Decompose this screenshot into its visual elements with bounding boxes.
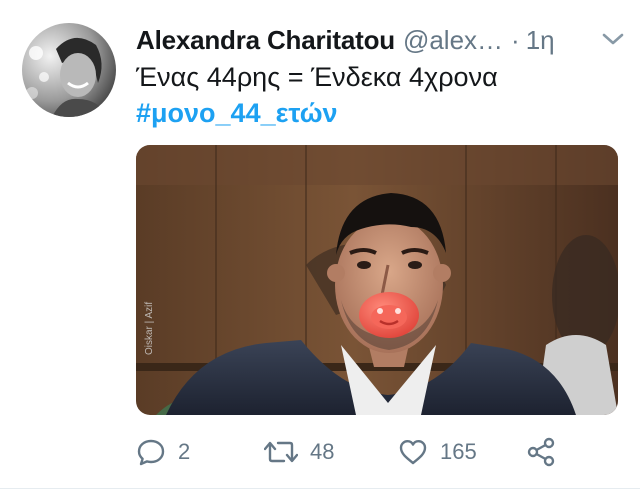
reply-icon bbox=[137, 439, 165, 466]
retweet-icon bbox=[264, 441, 298, 463]
chevron-down-icon[interactable] bbox=[600, 28, 626, 50]
user-handle[interactable]: @alex… bbox=[403, 25, 503, 56]
tweet-photo[interactable]: Oiskar | Azif bbox=[136, 145, 618, 415]
heart-icon bbox=[399, 440, 427, 465]
like-button[interactable]: 165 bbox=[398, 432, 477, 472]
tweet-text: Ένας 44ρης = Ένδεκα 4χρονα bbox=[136, 62, 498, 92]
share-icon bbox=[527, 437, 555, 467]
header-separator: · bbox=[511, 24, 520, 55]
avatar[interactable] bbox=[22, 23, 116, 117]
retweet-count: 48 bbox=[310, 439, 335, 464]
display-name[interactable]: Alexandra Charitatou bbox=[136, 25, 395, 56]
like-count: 165 bbox=[440, 439, 477, 464]
hashtag-link[interactable]: #μονο_44_ετών bbox=[136, 98, 338, 129]
action-bar: 2 48 165 bbox=[136, 432, 616, 472]
timestamp[interactable]: 1η bbox=[526, 25, 555, 56]
share-button[interactable] bbox=[526, 432, 556, 472]
pacifier-overlay bbox=[359, 292, 419, 338]
photo-credit: Oiskar | Azif bbox=[144, 302, 155, 355]
tweet-header: Alexandra Charitatou @alex… · 1η bbox=[136, 22, 626, 58]
reply-button[interactable]: 2 bbox=[136, 432, 190, 472]
divider bbox=[0, 488, 640, 489]
retweet-button[interactable]: 48 bbox=[264, 432, 334, 472]
reply-count: 2 bbox=[178, 439, 191, 464]
tweet-card[interactable]: Alexandra Charitatou @alex… · 1η Ένας 44… bbox=[0, 0, 640, 500]
